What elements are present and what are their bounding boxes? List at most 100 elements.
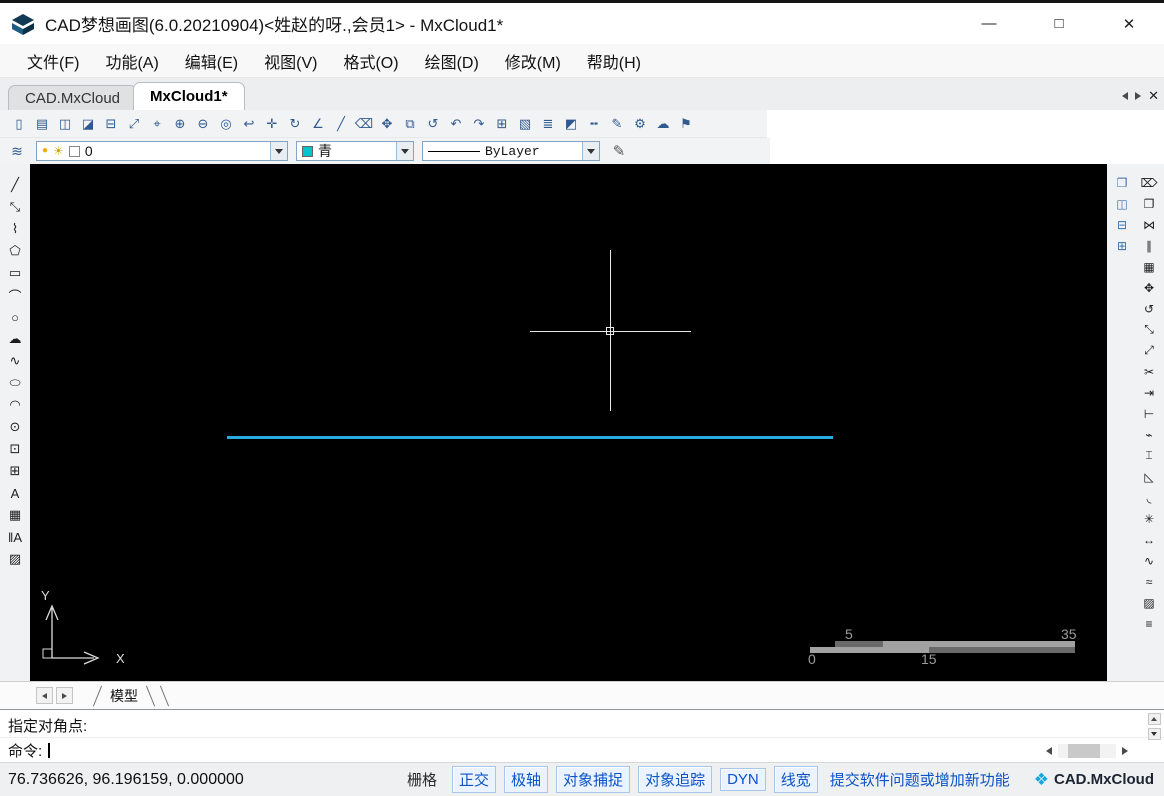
point-tool[interactable]: ⊙ — [3, 416, 27, 438]
menu-function[interactable]: 功能(A) — [92, 45, 171, 77]
make-block-tool[interactable]: ⊞ — [3, 460, 27, 482]
tab-mxcloud1[interactable]: MxCloud1* — [133, 82, 245, 110]
color-picker-button[interactable]: ◩ — [560, 113, 582, 135]
edit-polyline-tool[interactable]: ∿ — [1137, 550, 1161, 571]
command-input-row[interactable]: 命令: — [0, 738, 1164, 762]
viewport-three-button[interactable]: ⊟ — [1110, 214, 1134, 235]
scale-tool[interactable]: ⤡ — [1137, 319, 1161, 340]
text-tool[interactable]: A — [3, 482, 27, 504]
trim-tool[interactable]: ✂ — [1137, 361, 1161, 382]
linetype-button[interactable]: ╍ — [583, 113, 605, 135]
drawn-line-entity[interactable] — [227, 436, 833, 439]
menu-edit[interactable]: 编辑(E) — [172, 45, 251, 77]
menu-format[interactable]: 格式(O) — [330, 45, 411, 77]
menu-file[interactable]: 文件(F) — [14, 45, 92, 77]
polygon-tool[interactable]: ⬠ — [3, 240, 27, 262]
cloud-save-button[interactable]: ☁ — [652, 113, 674, 135]
toggle-lineweight[interactable]: 线宽 — [773, 766, 818, 793]
erase-tool[interactable]: ⌦ — [1137, 172, 1161, 193]
close-button[interactable]: ✕ — [1094, 3, 1164, 44]
explode-tool[interactable]: ✳ — [1137, 508, 1161, 529]
polyline-tool[interactable]: ⌇ — [3, 218, 27, 240]
rotate-button[interactable]: ↺ — [422, 113, 444, 135]
new-file-button[interactable]: ▯ — [8, 113, 30, 135]
save-as-button[interactable]: ◪ — [77, 113, 99, 135]
offset-tool[interactable]: ∥ — [1137, 235, 1161, 256]
circle-tool[interactable]: ○ — [3, 306, 27, 328]
toggle-osnap[interactable]: 对象捕捉 — [556, 766, 631, 793]
draw-line-button[interactable]: ╱ — [330, 113, 352, 135]
break-tool[interactable]: ⌁ — [1137, 424, 1161, 445]
scrollbar-thumb[interactable] — [1068, 744, 1100, 758]
scrollbar-track[interactable] — [1058, 744, 1116, 758]
scroll-right-icon[interactable] — [1116, 743, 1134, 759]
revision-cloud-tool[interactable]: ☁ — [3, 328, 27, 350]
menu-help[interactable]: 帮助(H) — [574, 45, 654, 77]
lengthen-tool[interactable]: ↔ — [1137, 529, 1161, 550]
command-history[interactable]: 指定对角点: — [0, 710, 1164, 738]
menu-modify[interactable]: 修改(M) — [492, 45, 574, 77]
scroll-up-icon[interactable] — [1147, 713, 1161, 725]
pan-button[interactable]: ✛ — [261, 113, 283, 135]
rotate-tool[interactable]: ↺ — [1137, 298, 1161, 319]
construction-line-tool[interactable]: ⤡ — [3, 196, 27, 218]
stretch-tool[interactable]: ⤢ — [1137, 340, 1161, 361]
arc-tool[interactable]: ⌒ — [3, 284, 27, 306]
spline-tool[interactable]: ∿ — [3, 350, 27, 372]
table-tool[interactable]: ▦ — [3, 504, 27, 526]
toggle-otrack[interactable]: 对象追踪 — [638, 766, 713, 793]
scroll-left-icon[interactable] — [1040, 743, 1058, 759]
layer-select[interactable]: ● ☀ 0 — [36, 141, 288, 161]
viewport-two-button[interactable]: ◫ — [1110, 193, 1134, 214]
viewport-four-button[interactable]: ⊞ — [1110, 235, 1134, 256]
ellipse-tool[interactable]: ⬭ — [3, 372, 27, 394]
print-button[interactable]: ⊟ — [100, 113, 122, 135]
properties-tool[interactable]: ≡ — [1137, 613, 1161, 634]
move-button[interactable]: ✥ — [376, 113, 398, 135]
chevron-down-icon[interactable] — [270, 142, 287, 160]
tab-scroll-right-icon[interactable] — [1135, 91, 1142, 100]
mtext-tool[interactable]: ‖A — [3, 526, 27, 548]
break-at-point-tool[interactable]: ⊢ — [1137, 403, 1161, 424]
zoom-out-button[interactable]: ⊖ — [192, 113, 214, 135]
layout-next-icon[interactable] — [56, 687, 73, 704]
layers-manager-button[interactable]: ≋ — [6, 140, 28, 162]
feedback-button[interactable]: ⚑ — [675, 113, 697, 135]
toggle-polar[interactable]: 极轴 — [504, 766, 549, 793]
redo-button[interactable]: ↷ — [468, 113, 490, 135]
mirror-tool[interactable]: ⋈ — [1137, 214, 1161, 235]
viewport-single-button[interactable]: ❐ — [1110, 172, 1134, 193]
undo-button[interactable]: ↶ — [445, 113, 467, 135]
options-button[interactable]: ⚙ — [629, 113, 651, 135]
match-properties-button[interactable]: ✎ — [606, 113, 628, 135]
drawing-canvas[interactable]: Y X 5 35 0 15 — [30, 164, 1107, 681]
copy-tool[interactable]: ❐ — [1137, 193, 1161, 214]
erase-button[interactable]: ⌫ — [353, 113, 375, 135]
copy-button[interactable]: ⧉ — [399, 113, 421, 135]
measure-button[interactable]: ∠ — [307, 113, 329, 135]
chevron-down-icon[interactable] — [396, 142, 413, 160]
rectangle-tool[interactable]: ▭ — [3, 262, 27, 284]
fillet-tool[interactable]: ◟ — [1137, 487, 1161, 508]
raster-image-button[interactable]: ▧ — [514, 113, 536, 135]
move-tool[interactable]: ✥ — [1137, 277, 1161, 298]
model-tab[interactable]: 模型 — [92, 685, 156, 707]
insert-block-button[interactable]: ⊞ — [491, 113, 513, 135]
scroll-down-icon[interactable] — [1147, 728, 1161, 740]
chevron-down-icon[interactable] — [582, 142, 599, 160]
chamfer-tool[interactable]: ◺ — [1137, 466, 1161, 487]
toggle-dyn[interactable]: DYN — [720, 768, 766, 791]
edit-spline-tool[interactable]: ≈ — [1137, 571, 1161, 592]
zoom-extents-button[interactable]: ⤢ — [123, 113, 145, 135]
menu-view[interactable]: 视图(V) — [251, 45, 330, 77]
ellipse-arc-tool[interactable]: ◠ — [3, 394, 27, 416]
color-select[interactable]: 青 — [296, 141, 414, 161]
line-tool[interactable]: ╱ — [3, 174, 27, 196]
layout-prev-icon[interactable] — [36, 687, 53, 704]
join-tool[interactable]: ⌶ — [1137, 445, 1161, 466]
menu-draw[interactable]: 绘图(D) — [412, 45, 492, 77]
tab-close-icon[interactable]: ✕ — [1148, 89, 1159, 102]
zoom-window-button[interactable]: ⌖ — [146, 113, 168, 135]
zoom-previous-button[interactable]: ↩ — [238, 113, 260, 135]
hatch-tool[interactable]: ▨ — [3, 548, 27, 570]
